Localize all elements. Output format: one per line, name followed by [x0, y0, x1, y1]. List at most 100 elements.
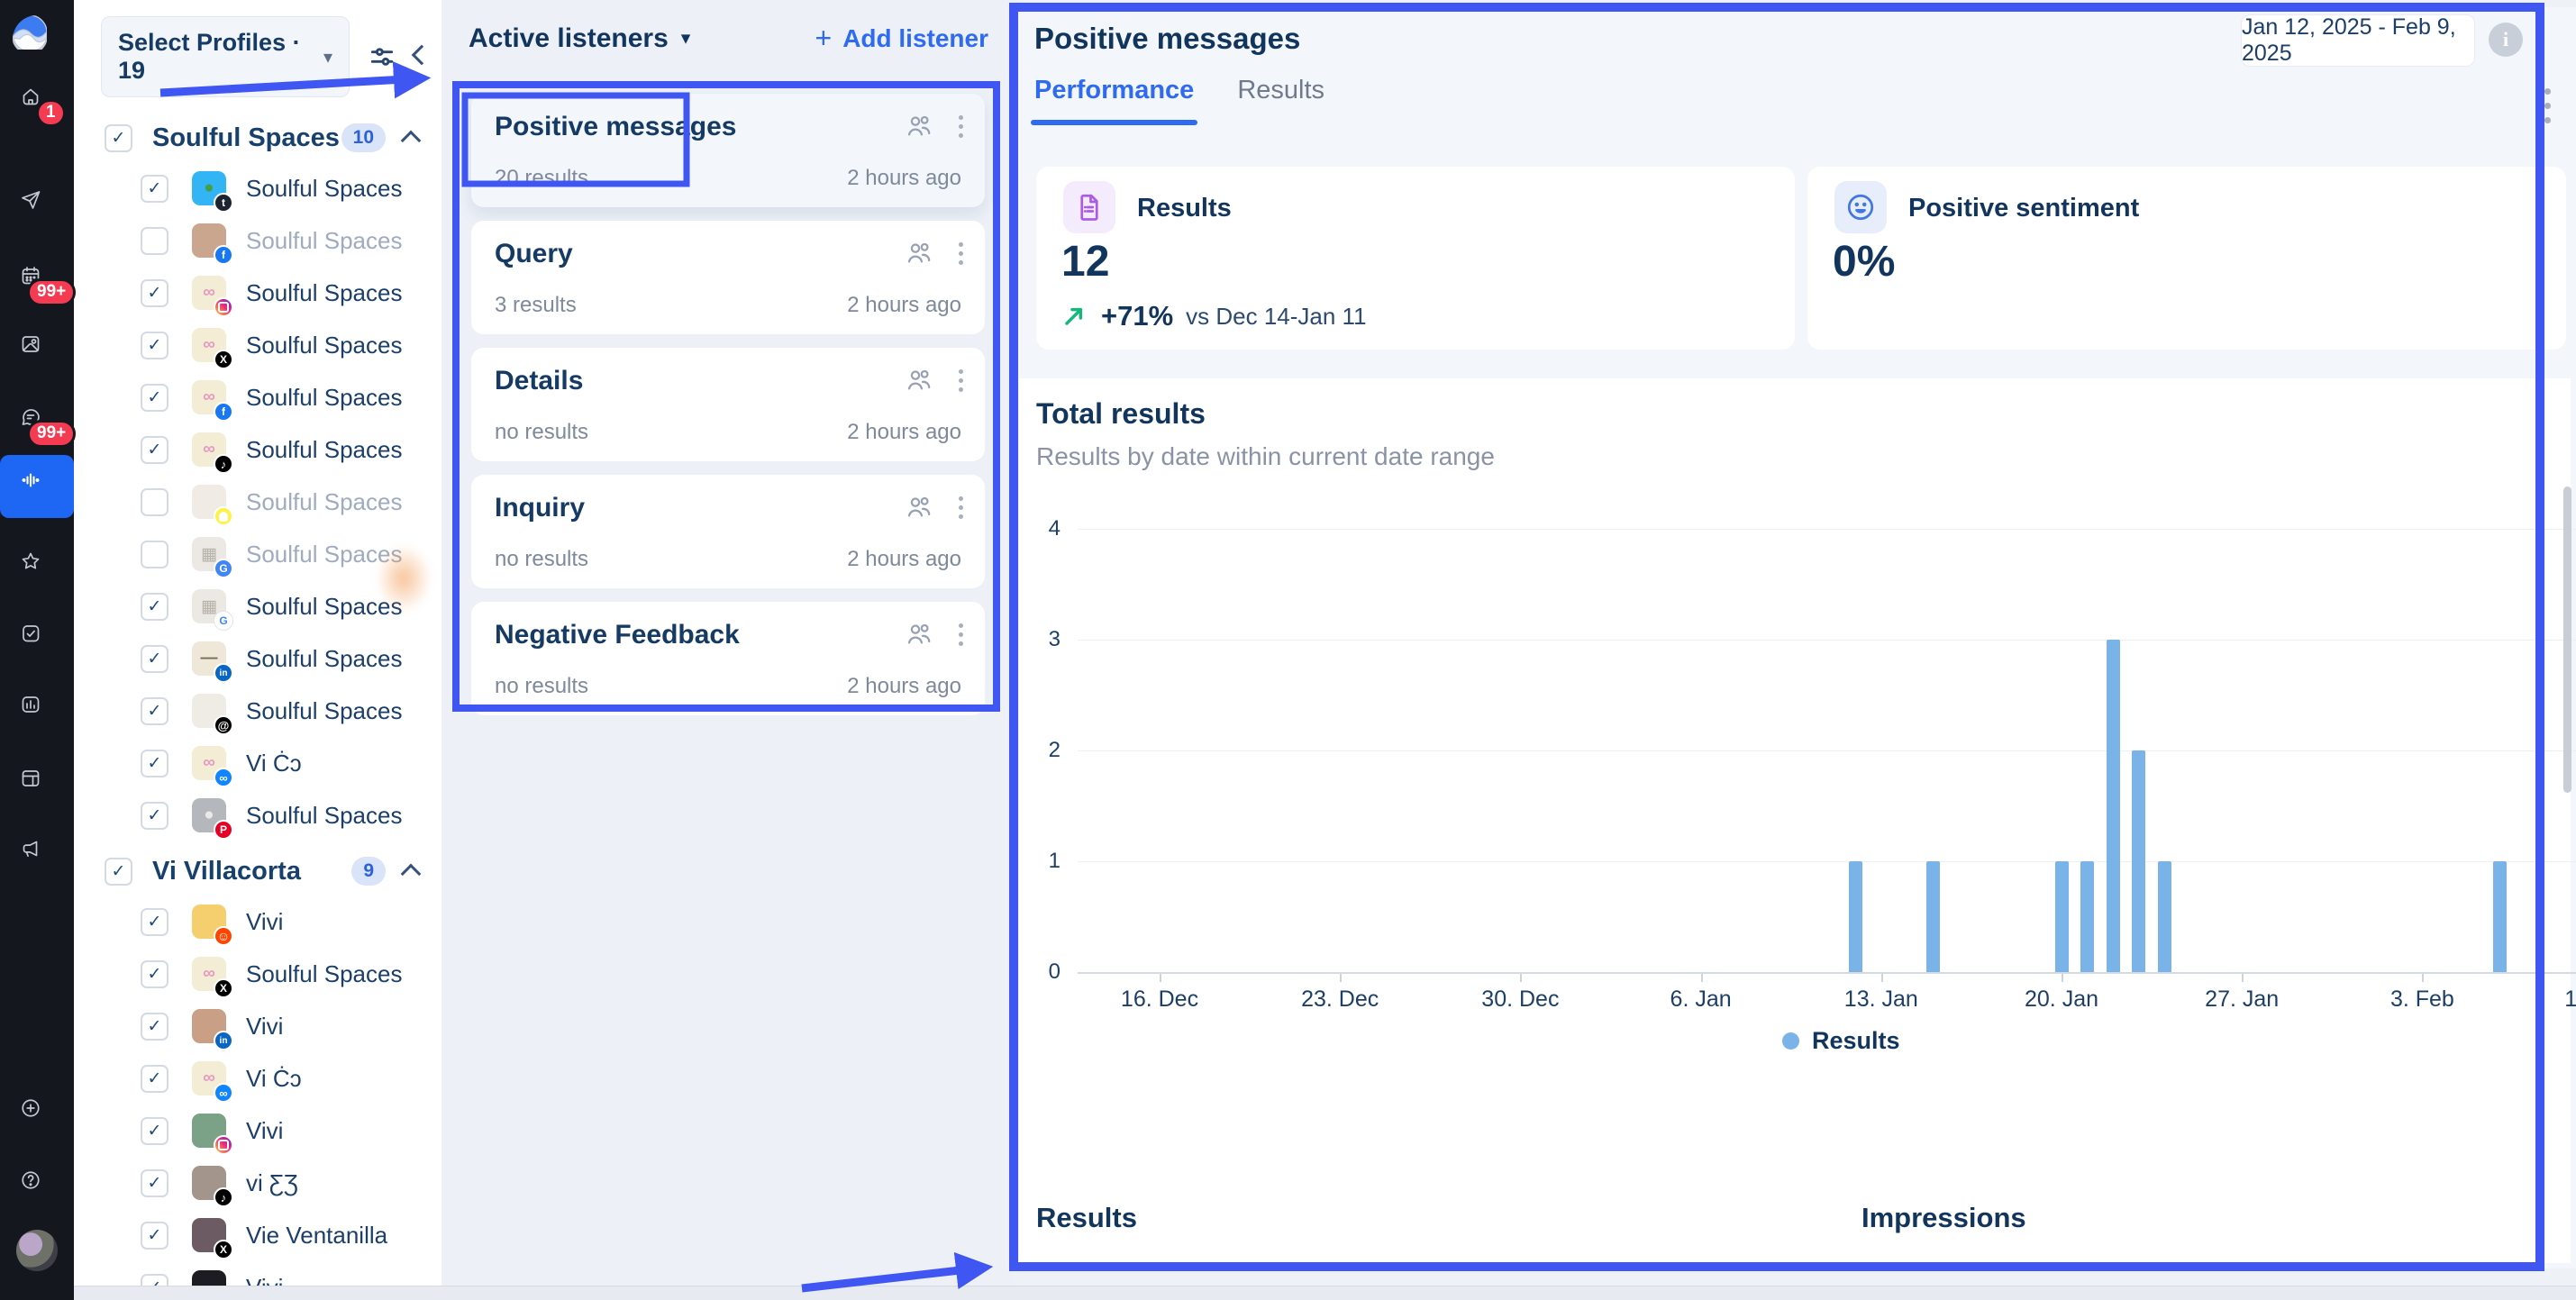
profile-row[interactable]: ✓ ∞ ♪ Soulful Spaces: [74, 423, 441, 476]
app-logo[interactable]: [0, 13, 74, 67]
chart-legend[interactable]: Results: [1782, 1027, 1900, 1055]
profile-row[interactable]: f Soulful Spaces: [74, 214, 441, 267]
profile-row[interactable]: ✓ Vivi: [74, 1105, 441, 1157]
chevron-down-icon[interactable]: ▾: [681, 27, 691, 50]
profile-row[interactable]: ✓ X Vie Ventanilla: [74, 1209, 441, 1261]
nav-publish[interactable]: [0, 179, 74, 233]
nav-calendar[interactable]: 99+: [0, 255, 74, 309]
chevron-up-icon[interactable]: [401, 131, 422, 151]
profile-row[interactable]: ✓ ∞ ∞ Vi Ċɔ: [74, 1052, 441, 1105]
panel-kebab-menu[interactable]: [2544, 88, 2551, 123]
gridline: [1078, 972, 2576, 974]
listener-card[interactable]: Inquiry no results 2 hours ago: [471, 475, 985, 588]
nav-help[interactable]: [0, 1159, 74, 1214]
profile-checkbox[interactable]: ✓: [141, 908, 168, 936]
nav-home[interactable]: 1: [0, 76, 74, 130]
listener-card[interactable]: Details no results 2 hours ago: [471, 348, 985, 461]
profile-row[interactable]: ✓ ☺ Vivi: [74, 895, 441, 948]
listener-card[interactable]: Positive messages 20 results 2 hours ago: [471, 94, 985, 207]
chart-bar[interactable]: [2080, 861, 2094, 972]
profile-row[interactable]: ✓ — in Soulful Spaces: [74, 632, 441, 685]
profile-checkbox[interactable]: ✓: [141, 1169, 168, 1197]
profile-name: Vivi: [246, 1117, 283, 1145]
profile-row[interactable]: ✓ ∞ Soulful Spaces: [74, 267, 441, 319]
profile-checkbox[interactable]: ✓: [141, 593, 168, 621]
profile-checkbox[interactable]: ✓: [141, 1274, 168, 1287]
add-listener-button[interactable]: + Add listener: [815, 22, 989, 55]
profile-checkbox[interactable]: ✓: [141, 645, 168, 673]
profile-row[interactable]: ✓ ∞ X Soulful Spaces: [74, 319, 441, 371]
chart-bar[interactable]: [2158, 861, 2171, 972]
profile-row[interactable]: ✓ ● t Soulful Spaces: [74, 162, 441, 214]
profile-avatar: @: [192, 694, 226, 728]
listener-card-results: 20 results: [495, 166, 588, 191]
collapse-panel-button[interactable]: [414, 48, 429, 67]
platform-badge-icon: ∞: [214, 1083, 233, 1103]
profile-row[interactable]: ✓ ▶ Vivi: [74, 1261, 441, 1286]
listener-card[interactable]: Negative Feedback no results 2 hours ago: [471, 602, 985, 715]
chart-bar[interactable]: [1926, 861, 1940, 972]
profile-checkbox[interactable]: ✓: [141, 332, 168, 359]
nav-analytics[interactable]: [0, 684, 74, 738]
profile-checkbox[interactable]: [141, 488, 168, 516]
listener-card-results: 3 results: [495, 293, 577, 318]
nav-media[interactable]: [0, 323, 74, 377]
listeners-title[interactable]: Active listeners: [469, 23, 669, 54]
profile-group-header[interactable]: ✓ Soulful Spaces 10: [74, 114, 441, 162]
profile-name: Soulful Spaces: [246, 332, 402, 359]
profile-checkbox[interactable]: ✓: [141, 279, 168, 307]
chart-bar[interactable]: [2493, 861, 2507, 972]
card-kebab-menu[interactable]: [959, 496, 963, 519]
chart-bar[interactable]: [2132, 750, 2145, 972]
date-range-picker[interactable]: Jan 12, 2025 - Feb 9, 2025: [2241, 14, 2475, 67]
scrollbar-thumb[interactable]: [2563, 486, 2571, 793]
profile-checkbox[interactable]: ✓: [141, 436, 168, 464]
nav-reports[interactable]: [0, 758, 74, 812]
card-kebab-menu[interactable]: [959, 369, 963, 392]
profile-checkbox[interactable]: ✓: [141, 750, 168, 777]
profile-checkbox[interactable]: ✓: [141, 1065, 168, 1093]
card-kebab-menu[interactable]: [959, 242, 963, 265]
nav-advocacy[interactable]: [0, 828, 74, 882]
group-checkbox[interactable]: ✓: [105, 858, 132, 886]
profile-row[interactable]: ✓ ∞ ∞ Vi Ċɔ: [74, 737, 441, 789]
x-axis-tick-label: 27. Jan: [2205, 986, 2279, 1013]
nav-tasks[interactable]: [0, 613, 74, 667]
profile-selector[interactable]: Select Profiles · 19 ▾: [101, 16, 350, 97]
filter-button[interactable]: [368, 42, 396, 71]
profile-checkbox[interactable]: ✓: [141, 384, 168, 412]
group-checkbox[interactable]: ✓: [105, 124, 132, 152]
profile-checkbox[interactable]: ✓: [141, 1222, 168, 1250]
profile-row[interactable]: Soulful Spaces: [74, 476, 441, 528]
profile-checkbox[interactable]: [141, 541, 168, 568]
listener-card[interactable]: Query 3 results 2 hours ago: [471, 221, 985, 334]
profile-checkbox[interactable]: ✓: [141, 1013, 168, 1041]
profile-row[interactable]: ✓ ● P Soulful Spaces: [74, 789, 441, 841]
profile-checkbox[interactable]: ✓: [141, 802, 168, 830]
user-menu[interactable]: [0, 1223, 74, 1277]
profile-checkbox[interactable]: ✓: [141, 1117, 168, 1145]
nav-inbox[interactable]: 99+: [0, 396, 74, 450]
card-kebab-menu[interactable]: [959, 623, 963, 646]
profile-row[interactable]: ✓ ∞ X Soulful Spaces: [74, 948, 441, 1000]
nav-listening-active[interactable]: [0, 455, 74, 518]
chart-bar[interactable]: [2055, 861, 2069, 972]
chart-bar[interactable]: [1849, 861, 1862, 972]
profile-row[interactable]: ✓ @ Soulful Spaces: [74, 685, 441, 737]
profile-checkbox[interactable]: ✓: [141, 960, 168, 988]
profile-group-header[interactable]: ✓ Vi Villacorta 9: [74, 847, 441, 895]
profile-row[interactable]: ✓ in Vivi: [74, 1000, 441, 1052]
profile-row[interactable]: ✓ ♪ vi ƸƷ: [74, 1157, 441, 1209]
nav-favorites[interactable]: [0, 541, 74, 595]
chart-bar[interactable]: [2107, 640, 2120, 972]
profile-row[interactable]: ✓ ∞ f Soulful Spaces: [74, 371, 441, 423]
chevron-up-icon[interactable]: [401, 864, 422, 885]
profile-checkbox[interactable]: ✓: [141, 175, 168, 203]
nav-add[interactable]: [0, 1087, 74, 1141]
profile-checkbox[interactable]: ✓: [141, 697, 168, 725]
tab-performance[interactable]: Performance: [1034, 76, 1194, 125]
card-kebab-menu[interactable]: [959, 115, 963, 138]
info-icon[interactable]: i: [2489, 23, 2523, 57]
profile-checkbox[interactable]: [141, 227, 168, 255]
tab-results[interactable]: Results: [1237, 76, 1324, 125]
